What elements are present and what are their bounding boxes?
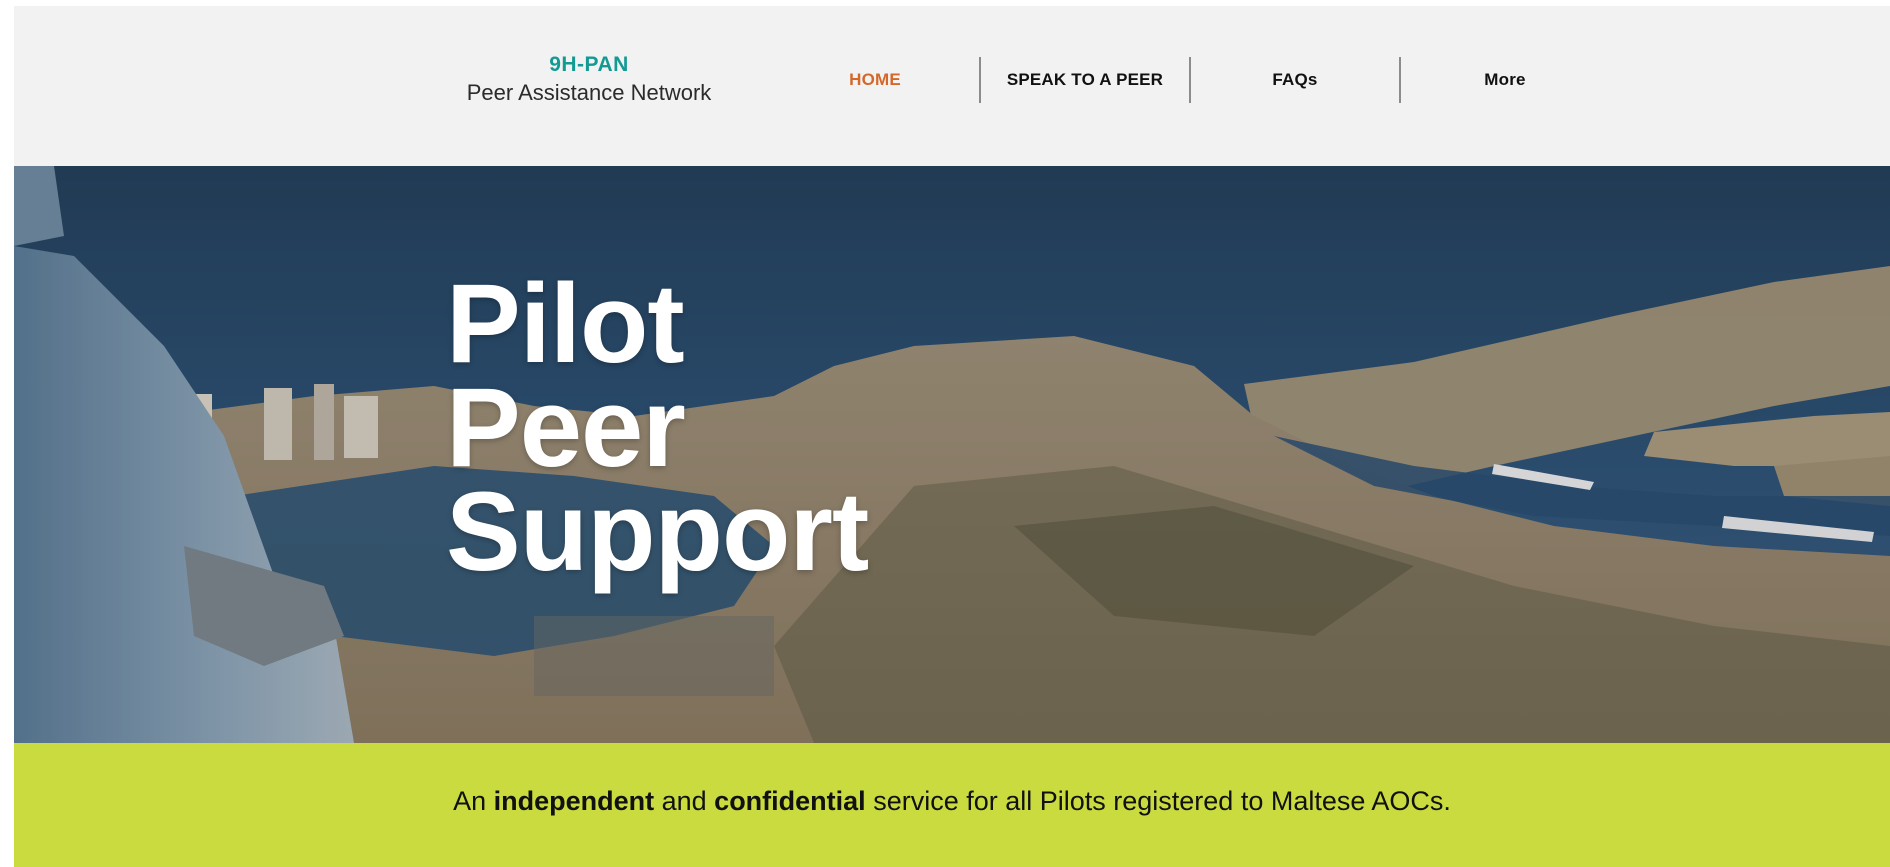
- tagline-emphasis: independent: [493, 785, 655, 816]
- tagline-part: service for all Pilots registered to Mal…: [865, 785, 1451, 816]
- main-nav: HOME SPEAK TO A PEER FAQs More: [771, 56, 1609, 104]
- site-logo[interactable]: 9H-PAN Peer Assistance Network: [446, 52, 732, 108]
- nav-speak-to-a-peer[interactable]: SPEAK TO A PEER: [981, 56, 1189, 104]
- brand-code: 9H-PAN: [549, 53, 629, 76]
- nav-faqs[interactable]: FAQs: [1191, 56, 1399, 104]
- tagline-emphasis: confidential: [714, 785, 866, 816]
- hero-title-line: Peer: [446, 365, 686, 490]
- site-header: 9H-PAN Peer Assistance Network HOME SPEA…: [14, 6, 1890, 166]
- hero-title: Pilot Peer Support: [446, 261, 869, 594]
- hero-title-line: Pilot: [446, 261, 685, 386]
- page: 9H-PAN Peer Assistance Network HOME SPEA…: [14, 6, 1890, 867]
- hero-section: Pilot Peer Support: [14, 166, 1890, 743]
- tagline-part: and: [654, 785, 715, 816]
- tagline-banner: An independent and confidential service …: [14, 743, 1890, 867]
- hero-title-line: Support: [446, 469, 869, 594]
- brand-name: Peer Assistance Network: [466, 80, 712, 105]
- tagline-text: An independent and confidential service …: [453, 786, 1451, 817]
- hero-background-image: [14, 166, 1890, 743]
- nav-more[interactable]: More: [1401, 56, 1609, 104]
- tagline-part: An: [453, 785, 494, 816]
- nav-home[interactable]: HOME: [771, 56, 979, 104]
